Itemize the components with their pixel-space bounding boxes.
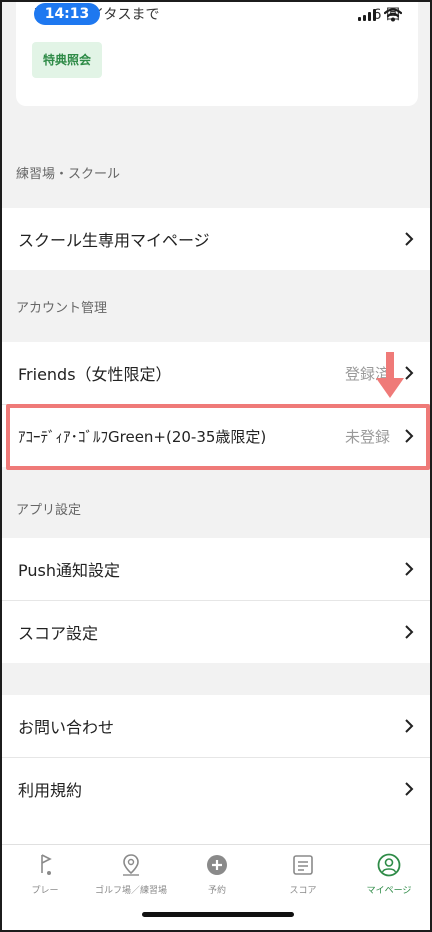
section-header-practice: 練習場・スクール [2, 136, 430, 200]
row-terms[interactable]: 利用規約 [2, 758, 430, 820]
row-label: Friends（女性限定） [18, 365, 172, 384]
tab-label: ゴルフ場／練習場 [94, 886, 167, 896]
user-circle-icon [346, 853, 430, 877]
tab-label: 予約 [207, 886, 226, 896]
app-screen: 次のステイタスまで 6 回 特典照会 14:13 練習場・スクール スクール生専… [0, 0, 432, 932]
wifi-icon [384, 8, 402, 22]
arrow-down-icon [376, 352, 404, 398]
tab-play[interactable]: プレー [2, 853, 88, 896]
tab-score[interactable]: スコア [260, 853, 346, 896]
partially-hidden-row [2, 820, 430, 844]
location-pin-icon [88, 853, 174, 877]
home-indicator [142, 912, 294, 917]
status-time: 14:13 [34, 3, 100, 25]
chevron-right-icon [405, 232, 414, 246]
tab-course[interactable]: ゴルフ場／練習場 [88, 853, 174, 896]
bottom-tab-bar: プレー ゴルフ場／練習場 予約 スコア マイページ [2, 844, 430, 930]
chevron-right-icon [405, 562, 414, 576]
row-label: お問い合わせ [18, 718, 115, 737]
row-label: Push通知設定 [18, 561, 120, 580]
benefit-lookup-button[interactable]: 特典照会 [32, 42, 102, 78]
section-header-app-settings: アプリ設定 [2, 472, 430, 536]
tab-mypage[interactable]: マイページ [346, 853, 430, 896]
row-school-mypage[interactable]: スクール生専用マイページ [2, 208, 430, 270]
row-score-settings[interactable]: スコア設定 [2, 601, 430, 663]
row-contact[interactable]: お問い合わせ [2, 695, 430, 757]
highlight-box [6, 404, 430, 470]
tab-label: マイページ [366, 886, 412, 896]
row-push-settings[interactable]: Push通知設定 [2, 538, 430, 600]
section-header-account: アカウント管理 [2, 270, 430, 334]
scorecard-icon [260, 853, 346, 877]
chevron-right-icon [405, 782, 414, 796]
status-icons [358, 6, 402, 24]
row-label: スコア設定 [18, 624, 99, 643]
row-label: スクール生専用マイページ [18, 231, 210, 250]
row-label: 利用規約 [18, 781, 83, 800]
golf-flag-icon [2, 853, 88, 877]
plus-circle-icon [174, 853, 260, 877]
tab-reserve[interactable]: 予約 [174, 853, 260, 896]
tab-label: スコア [289, 886, 317, 896]
signal-icon [358, 9, 376, 21]
row-friends[interactable]: Friends（女性限定） 登録済 [2, 342, 430, 404]
status-bar: 14:13 [2, 2, 430, 30]
tab-label: プレー [31, 886, 59, 896]
chevron-right-icon [405, 625, 414, 639]
chevron-right-icon [405, 719, 414, 733]
